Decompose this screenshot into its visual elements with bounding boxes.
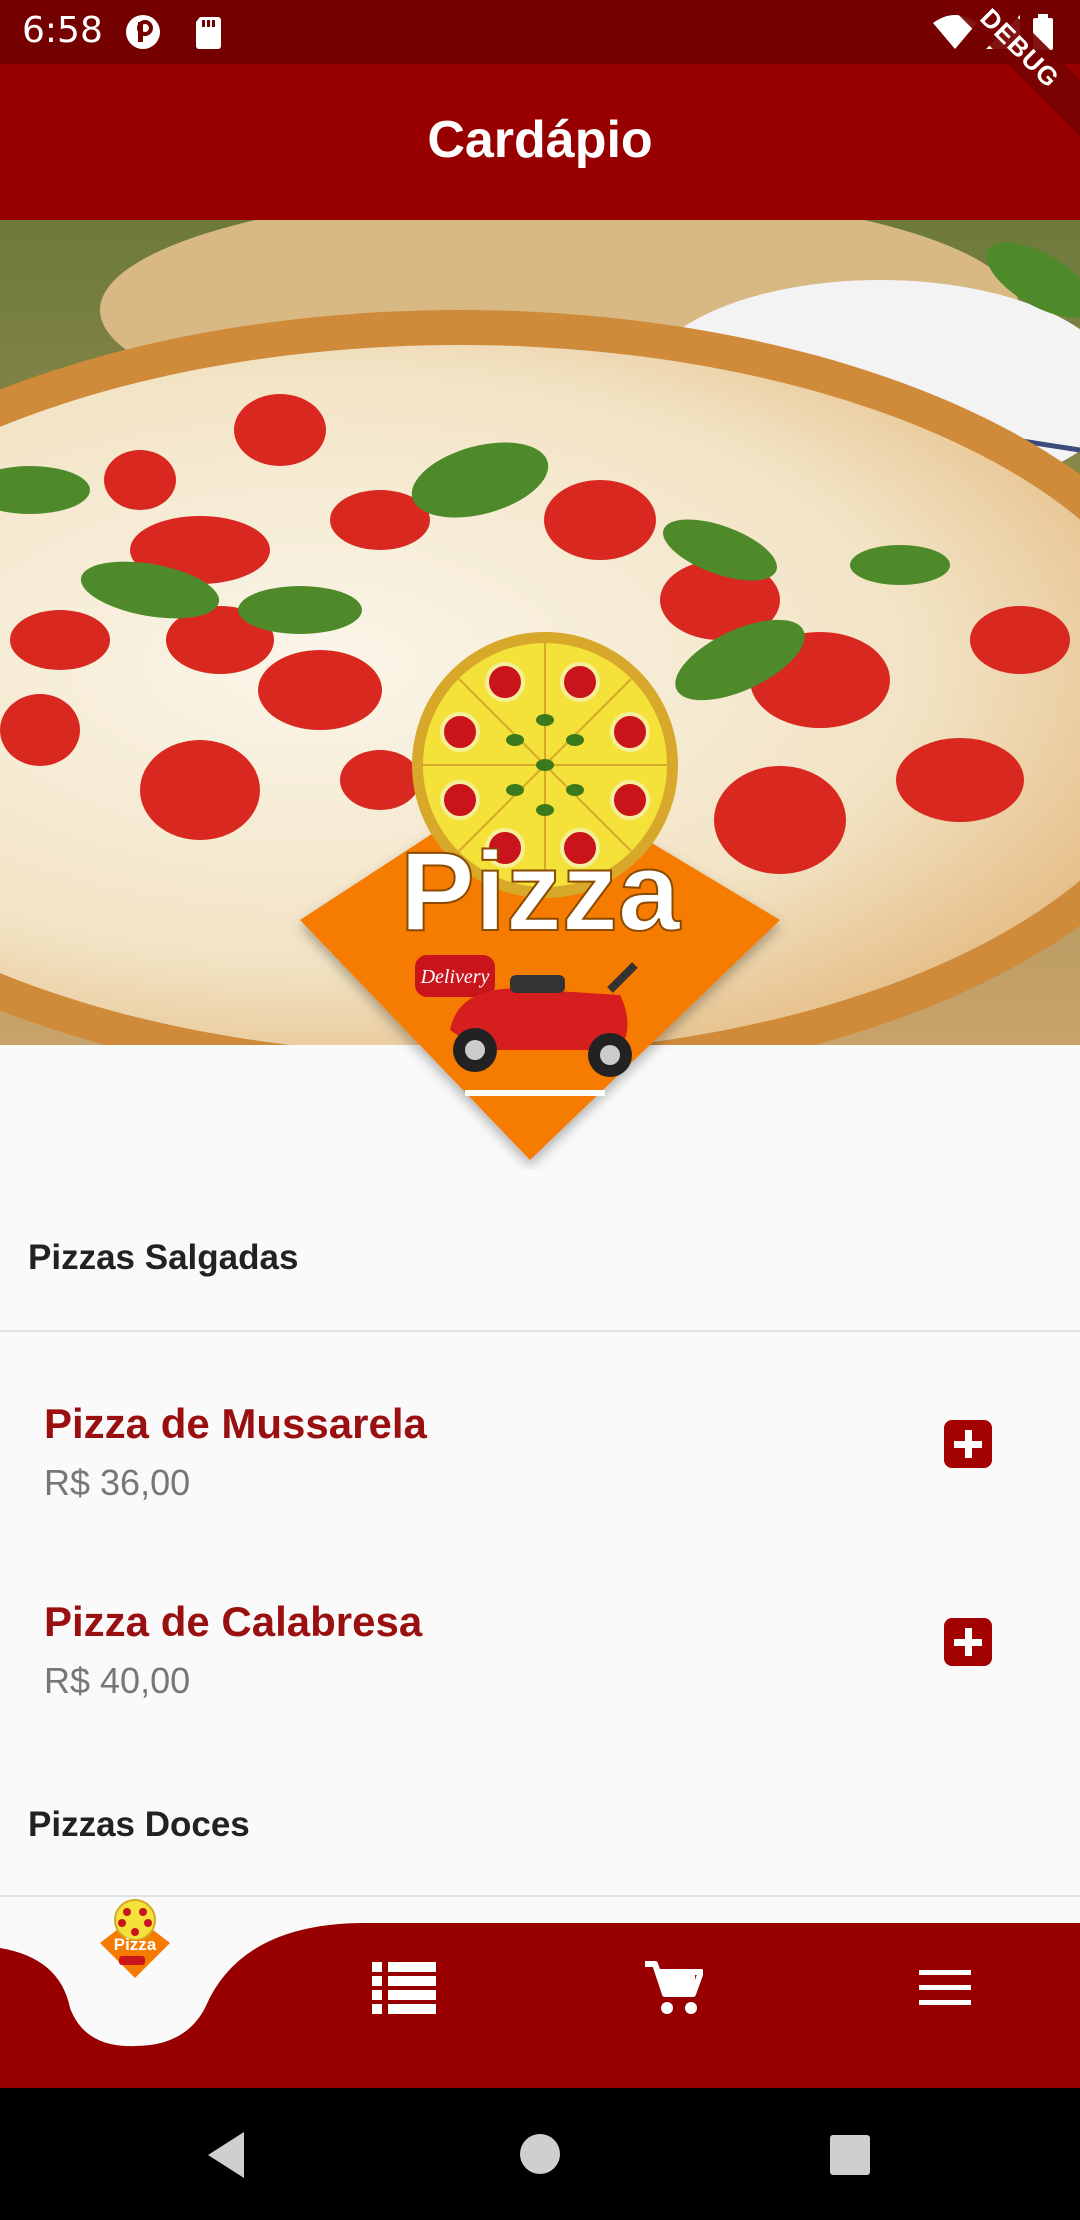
page-title: Cardápio xyxy=(427,111,653,169)
pizza-delivery-logo: Pizza Delivery xyxy=(290,630,790,1170)
list-icon[interactable] xyxy=(370,1960,440,2016)
pizza-logo-graphic: Pizza Delivery xyxy=(300,632,780,1160)
add-to-cart-button[interactable] xyxy=(944,1618,992,1666)
menu-item[interactable]: Pizza de Mussarela R$ 36,00 xyxy=(0,1400,1080,1560)
item-name: Pizza de Calabresa xyxy=(44,1598,423,1645)
status-bar: 6:58 xyxy=(0,0,1080,64)
section-title-salgadas: Pizzas Salgadas xyxy=(28,1238,299,1277)
divider xyxy=(0,1895,1080,1897)
p-badge-icon xyxy=(126,15,160,49)
logo-text: Pizza xyxy=(400,829,681,954)
logo-badge: Delivery xyxy=(420,966,490,988)
system-navigation-bar xyxy=(0,2088,1080,2220)
bottom-navigation-bar: Pizza xyxy=(0,1898,1080,2088)
item-price: R$ 36,00 xyxy=(44,1462,191,1503)
cart-icon[interactable] xyxy=(643,1960,703,2016)
app-bar: Cardápio xyxy=(0,64,1080,220)
home-icon[interactable] xyxy=(518,2132,562,2176)
menu-icon[interactable] xyxy=(917,1968,973,2008)
nav-logo-text: Pizza xyxy=(114,1935,157,1954)
back-icon[interactable] xyxy=(204,2130,248,2180)
divider xyxy=(0,1330,1080,1332)
menu-item[interactable]: Pizza de Calabresa R$ 40,00 xyxy=(0,1598,1080,1758)
add-to-cart-button[interactable] xyxy=(944,1420,992,1468)
item-name: Pizza de Mussarela xyxy=(44,1400,427,1447)
section-title-doces: Pizzas Doces xyxy=(28,1805,250,1844)
recents-icon[interactable] xyxy=(829,2134,871,2176)
item-price: R$ 40,00 xyxy=(44,1660,191,1701)
sd-card-icon xyxy=(196,17,221,49)
status-time: 6:58 xyxy=(22,10,103,51)
pizza-logo-icon[interactable]: Pizza xyxy=(95,1898,175,1980)
